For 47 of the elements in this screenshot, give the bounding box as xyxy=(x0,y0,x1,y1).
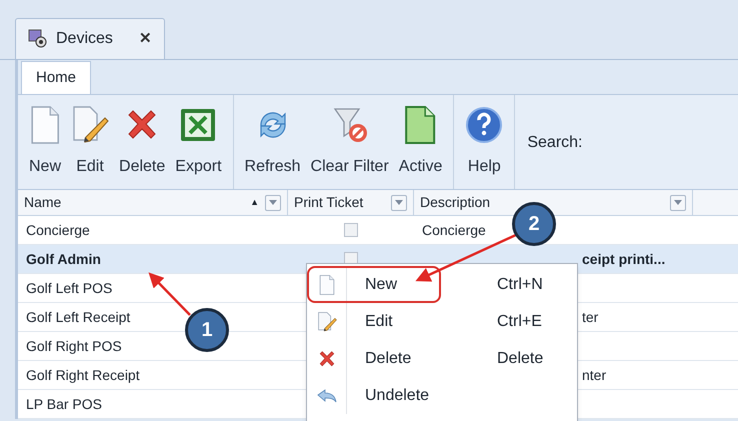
page-pencil-icon xyxy=(71,106,110,144)
table-cell-text: Golf Right Receipt xyxy=(25,366,141,385)
page-pencil-icon xyxy=(316,312,336,332)
table-cell: Concierge xyxy=(422,222,486,238)
blank-page-icon xyxy=(30,106,60,144)
toolbar-button[interactable]: Edit xyxy=(66,95,114,189)
table-cell: ter xyxy=(582,308,598,324)
toolbar-button[interactable]: Refresh xyxy=(240,95,306,189)
table-cell-text: Golf Left Receipt xyxy=(25,308,132,327)
shortcut-text: Delete xyxy=(497,348,544,368)
toolbar-button[interactable]: Active xyxy=(394,95,448,189)
toolbar-button[interactable]: Help xyxy=(460,95,508,189)
toolbar-button[interactable]: New xyxy=(24,95,66,189)
close-button[interactable]: ✕ xyxy=(139,28,152,50)
table-cell-text: Golf Right POS xyxy=(25,336,123,356)
document-icon xyxy=(404,106,437,144)
table-cell-text: Concierge xyxy=(25,220,91,240)
table-cell: ceipt printi... xyxy=(582,250,666,266)
table-cell-text: LP Bar POS xyxy=(25,394,104,414)
table-cell-text: Golf Admin xyxy=(25,250,102,268)
filter-dropdown-icon[interactable] xyxy=(265,194,281,210)
table-cell: nter xyxy=(582,366,606,382)
shortcut-text: Ctrl+N xyxy=(497,274,543,294)
filter-dropdown-icon[interactable] xyxy=(670,194,686,210)
menu-item[interactable]: Undelete xyxy=(307,377,577,414)
devices-icon xyxy=(28,29,48,49)
help-icon xyxy=(465,106,504,144)
document-tab[interactable]: Devices ✕ xyxy=(15,18,165,59)
menu-item[interactable]: Delete Delete xyxy=(307,340,577,377)
spreadsheet-icon xyxy=(179,106,218,144)
tab-title: Devices xyxy=(56,29,113,49)
curved-arrow-icon xyxy=(316,388,336,402)
sort-indicator: ▲ xyxy=(250,196,259,209)
column-header[interactable]: Print Ticket xyxy=(288,190,414,215)
checkbox[interactable] xyxy=(344,223,358,237)
blank-page-icon xyxy=(318,274,334,294)
shortcut-text: Ctrl+E xyxy=(497,312,542,332)
filter-dropdown-icon[interactable] xyxy=(391,194,407,210)
search-label: Search: xyxy=(526,133,582,153)
toolbar-button[interactable]: Clear Filter xyxy=(306,95,394,189)
table-cell-text: Golf Left POS xyxy=(25,278,114,298)
ribbon-tab[interactable]: Home xyxy=(21,61,92,94)
toolbar-button[interactable]: Export xyxy=(170,95,227,189)
cross-icon xyxy=(316,348,336,368)
column-header[interactable]: Name ▲ xyxy=(18,190,288,215)
toolbar-button[interactable]: Delete xyxy=(114,95,170,189)
callout-arrow xyxy=(148,272,191,316)
